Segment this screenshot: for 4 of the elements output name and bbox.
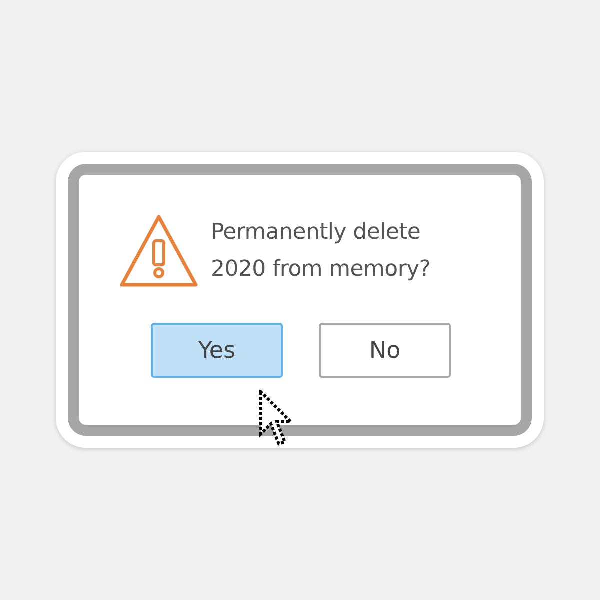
no-button[interactable]: No	[319, 323, 451, 378]
yes-button[interactable]: Yes	[151, 323, 283, 378]
dialog-message: Permanently delete 2020 from memory?	[211, 219, 432, 284]
warning-icon	[119, 213, 199, 289]
